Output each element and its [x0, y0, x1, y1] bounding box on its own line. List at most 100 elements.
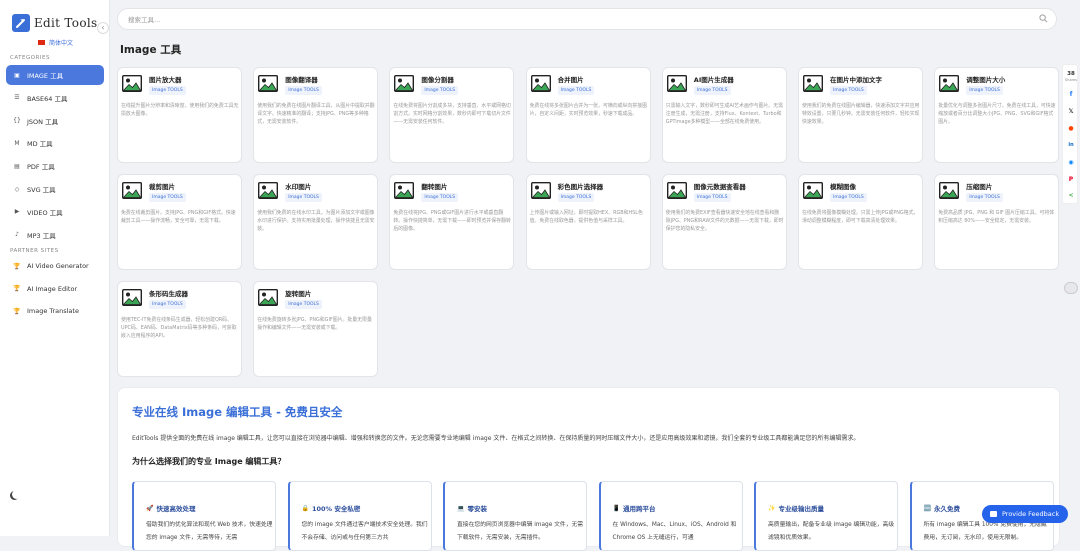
monitor-icon: 💻 [457, 504, 465, 512]
trophy-icon: 🏆 [13, 262, 21, 270]
tool-card[interactable]: 翻转图片 Image TOOLS 免费在线将JPG、PNG或GIF图片进行水平或… [389, 174, 515, 270]
facebook-icon[interactable]: f [1067, 90, 1075, 98]
image-thumbnail-icon [530, 74, 551, 93]
image-thumbnail-icon [802, 74, 824, 93]
tool-description: 只需输入文字，数秒即可生成AI艺术画作与图片。无需注册生成，无需注册，支持Flu… [665, 103, 784, 125]
sidebar-item-pdf[interactable]: ▤ PDF 工具 [6, 156, 104, 176]
sidebar-item-svg[interactable]: ◇ SVG 工具 [6, 179, 104, 199]
china-flag-icon [38, 40, 45, 45]
provide-feedback-button[interactable]: Provide Feedback [982, 505, 1068, 523]
tool-card[interactable]: 条形码生成器 Image TOOLS 使用TEC-IT免费在线条码生成器，轻松创… [117, 281, 242, 377]
collapse-sidebar-button[interactable]: ‹ [97, 22, 109, 34]
tool-badge: Image TOOLS [693, 193, 731, 202]
tool-card[interactable]: 在图片中添加文字 Image TOOLS 使用我们的免费在线图片编辑器，快速添加… [798, 67, 923, 163]
pinterest-icon[interactable]: P [1067, 175, 1075, 183]
tool-card[interactable]: AI图片生成器 Image TOOLS 只需输入文字，数秒即可生成AI艺术画作与… [661, 67, 787, 163]
tool-card[interactable]: 模糊图像 Image TOOLS 在线免费将图像模糊处理。只需上传JPG或PNG… [798, 174, 923, 270]
sidebar-item-json[interactable]: {} JSON 工具 [6, 111, 104, 131]
image-thumbnail-icon [258, 288, 279, 307]
reddit-icon[interactable]: ● [1067, 124, 1075, 132]
search-input[interactable] [128, 13, 1008, 26]
image-thumbnail-icon [939, 181, 960, 200]
lock-icon: 🔒 [301, 504, 309, 512]
phone-icon: 📱 [612, 504, 620, 512]
tool-badge: Image TOOLS [966, 86, 1003, 95]
tool-title: 条形码生成器 [149, 290, 188, 298]
search-icon[interactable] [1039, 14, 1048, 23]
sidebar-item-base64[interactable]: ☰ BASE64 工具 [6, 88, 104, 108]
image-icon: ▣ [14, 71, 20, 79]
logo[interactable]: Edit Tools [12, 14, 97, 32]
linkedin-icon[interactable]: in [1067, 141, 1075, 149]
tool-description: 使用我们的免费在线图片翻译工具，从图片中提取并翻译文字。快速精准的翻译；支持JP… [257, 103, 375, 125]
tool-description: 批量优化与调整多张图片尺寸。免费在线工具，可快速缩放或者百分比调整大小JPG、P… [938, 103, 1056, 125]
partner-link[interactable]: 🏆 AI Video Generator [6, 256, 104, 276]
tool-card[interactable]: 水印图片 Image TOOLS 使用我们免费的在线水印工具，为图片添加文字或图… [253, 174, 379, 270]
tool-description: 在线免费将图片分割成多块，支持垂直、水平或网格切割方式。实时网格分割效果，数秒内… [393, 103, 511, 125]
tool-card[interactable]: 图片放大器 Image TOOLS 在线提升图片分辨率和清晰度。使用我们的免费工… [117, 67, 242, 163]
tool-title: AI图片生成器 [693, 76, 734, 84]
tool-card[interactable]: 彩色图片选择器 Image TOOLS 上传图片或输入网址，即时提取HEX、RG… [525, 174, 651, 270]
tool-badge: Image TOOLS [149, 86, 186, 95]
share-bar: 38 Shares f 𝕏 ● in ◉ P < [1062, 64, 1078, 204]
tool-description: 使用TEC-IT免费在线条码生成器，轻松创建QR码、UPC码、EAN码、Data… [121, 317, 237, 339]
tool-card[interactable]: 旋转图片 Image TOOLS 在线免费旋转多张JPG、PNG和GIF图片。批… [253, 281, 379, 377]
language-switch[interactable]: 简体中文 [38, 38, 73, 47]
messenger-icon[interactable]: ◉ [1067, 158, 1075, 166]
share-icon[interactable]: < [1067, 191, 1075, 199]
sidebar-item-video[interactable]: ▶ VIDEO 工具 [6, 202, 104, 222]
x-icon[interactable]: 𝕏 [1067, 107, 1075, 115]
feature-card: ✨ 专业级输出质量 高质量输出，配备专业级 image 编辑功能，高级滤镜和优质效… [754, 481, 898, 551]
share-count: 38 [1067, 71, 1075, 77]
chat-icon [990, 511, 997, 517]
sidebar-item-markdown[interactable]: M MD 工具 [6, 133, 104, 153]
tool-card[interactable]: 图像分割器 Image TOOLS 在线免费将图片分割成多块，支持垂直、水平或网… [389, 67, 515, 163]
partner-link[interactable]: 🏆 AI Image Editor [6, 279, 104, 299]
feature-title: 专业级输出质量 [778, 505, 824, 513]
tool-description: 免费在线裁剪图片。支持JPG、PNG和GIF格式。快速裁剪工具——操作流畅，安全… [121, 210, 236, 224]
tool-card[interactable]: 图像元数据查看器 Image TOOLS 使用我们的免费EXIF查看器快速安全地… [661, 174, 787, 270]
tool-description: 使用我们的免费EXIF查看器快速安全地在线查看和删除JPG、PNG和RAW文件的… [665, 210, 784, 232]
tool-title: 裁剪图片 [149, 183, 175, 191]
tool-card[interactable]: 调整图片大小 Image TOOLS 批量优化与调整多张图片尺寸。免费在线工具，… [934, 67, 1060, 163]
feature-title: 永久免费 [933, 505, 960, 513]
feature-title: 零安装 [467, 505, 487, 513]
sidebar-item-mp3[interactable]: ♪ MP3 工具 [6, 225, 104, 245]
image-thumbnail-icon [121, 181, 143, 200]
tool-badge: Image TOOLS [285, 300, 322, 309]
partner-label: AI Video Generator [27, 262, 89, 270]
image-thumbnail-icon [939, 74, 960, 93]
tool-description: 在线免费旋转多张JPG、PNG和GIF图片。批量无限量操作和编辑文件——无需安装… [257, 317, 372, 331]
tool-card[interactable]: 裁剪图片 Image TOOLS 免费在线裁剪图片。支持JPG、PNG和GIF格… [117, 174, 242, 270]
feature-description: 您的 image 文件通过客户端技术安全处理。我们不会存储、访问或与任何第三方共 [301, 522, 428, 541]
tool-title: 旋转图片 [285, 290, 312, 298]
tool-title: 模糊图像 [830, 183, 856, 191]
sidebar-item-label: VIDEO 工具 [27, 208, 63, 217]
theme-switch[interactable] [1064, 282, 1078, 294]
dark-mode-toggle-icon[interactable] [12, 490, 21, 499]
trophy-icon: 🏆 [13, 285, 21, 292]
feature-title: 通用跨平台 [622, 505, 656, 513]
tool-card[interactable]: 合并图片 Image TOOLS 免费在线将多张图片合并为一张。可横向或纵向拼接… [525, 67, 651, 163]
tool-badge: Image TOOLS [285, 86, 322, 95]
tool-description: 免费在线将JPG、PNG或GIF图片进行水平或垂直翻转。操作快捷简单，无需下载—… [393, 210, 511, 232]
tool-badge: Image TOOLS [830, 193, 867, 202]
tool-badge: Image TOOLS [285, 193, 322, 202]
tool-title: 图像元数据查看器 [693, 183, 746, 191]
tool-title: 图片放大器 [149, 76, 182, 84]
svg-icon: ◇ [14, 185, 20, 193]
tool-card[interactable]: 压缩图片 Image TOOLS 免费高品质 JPG、PNG 和 GIF 图片压… [934, 174, 1060, 270]
tool-badge: Image TOOLS [149, 300, 186, 309]
tool-description: 在线免费将图像模糊处理。只需上传JPG或PNG格式，滑动调整模糊程度，即可下载高… [802, 210, 919, 224]
tool-badge: Image TOOLS [421, 86, 459, 95]
tool-card[interactable]: 图像翻译器 Image TOOLS 使用我们的免费在线图片翻译工具，从图片中提取… [253, 67, 379, 163]
hammer-logo-icon [12, 14, 30, 32]
sidebar-item-label: IMAGE 工具 [27, 72, 64, 80]
tool-badge: Image TOOLS [830, 86, 867, 95]
tool-title: 图像翻译器 [285, 76, 318, 84]
sidebar-item-label: MP3 工具 [27, 231, 56, 240]
sidebar-item-image[interactable]: ▣ IMAGE 工具 [6, 65, 104, 85]
feature-card: 📱 通用跨平台 在 Windows、Mac、Linux、iOS、Android 和… [598, 481, 743, 551]
feature-description: 借助我们的优化算法和现代 Web 技术，快速处理您的 image 文件，无需等待… [146, 522, 273, 541]
partner-link[interactable]: 🏆 Image Translate [6, 301, 104, 321]
